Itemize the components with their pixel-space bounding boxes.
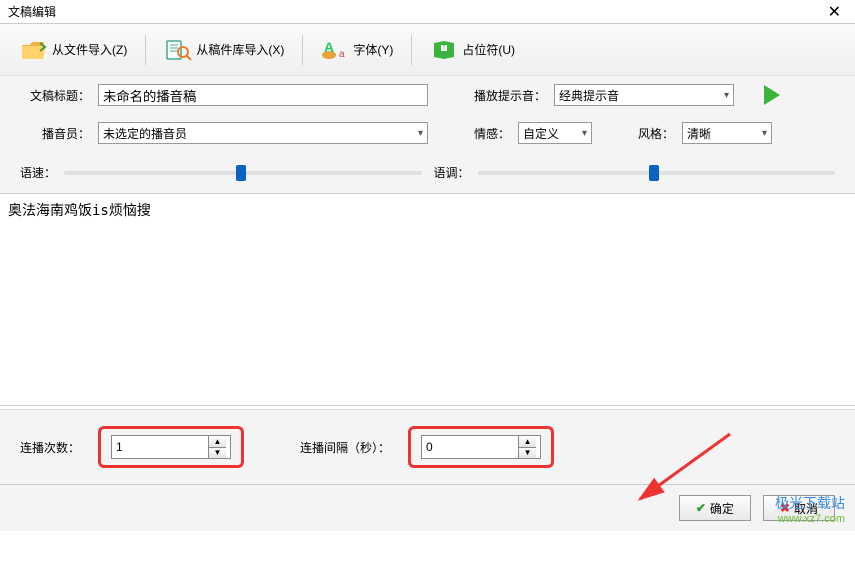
content-textarea[interactable] [0,194,855,406]
sliders-row: 语速： 语调： [0,152,855,194]
repeat-row: 连播次数： ▲ ▼ 连播间隔（秒）： ▲ ▼ [0,409,855,484]
window-title: 文稿编辑 [8,3,56,20]
slider-thumb[interactable] [649,165,659,181]
toolbar-label: 从稿件库导入(X) [196,41,284,58]
style-label: 风格： [638,125,674,142]
footer: ✔ 确定 ✖ 取消 极光下载站 www.xz7.com [0,484,855,531]
toolbar-label: 从文件导入(Z) [52,41,127,58]
announcer-select[interactable]: 未选定的播音员 ▾ [98,122,428,144]
sound-value: 经典提示音 [559,87,619,104]
tone-slider[interactable] [478,171,835,175]
count-label: 连播次数： [20,439,80,456]
spin-down-icon[interactable]: ▼ [209,448,226,459]
titlebar: 文稿编辑 ✕ [0,0,855,24]
sound-select[interactable]: 经典提示音 ▾ [554,84,734,106]
separator [411,35,412,65]
separator [145,35,146,65]
interval-highlight: ▲ ▼ [408,426,554,468]
count-input[interactable] [112,436,208,458]
speed-slider[interactable] [64,171,421,175]
spin-down-icon[interactable]: ▼ [519,448,536,459]
style-select[interactable]: 清晰 ▾ [682,122,772,144]
chevron-down-icon: ▾ [418,128,423,139]
x-icon: ✖ [780,501,790,515]
count-highlight: ▲ ▼ [98,426,244,468]
import-from-lib-button[interactable]: 从稿件库导入(X) [156,35,292,65]
separator [302,35,303,65]
style-value: 清晰 [687,125,711,142]
chevron-down-icon: ▾ [724,90,729,101]
toolbar: 从文件导入(Z) 从稿件库导入(X) Aa 字体(Y) T 占位符(U) [0,24,855,76]
announcer-value: 未选定的播音员 [103,125,187,142]
emotion-value: 自定义 [523,125,559,142]
font-icon: Aa [321,39,349,61]
placeholder-button[interactable]: T 占位符(U) [422,35,523,65]
tone-slider-group: 语调： [434,164,836,181]
svg-text:A: A [324,39,334,55]
announcer-row: 播音员： 未选定的播音员 ▾ 情感： 自定义 ▾ 风格： 清晰 ▾ [0,114,855,152]
slider-thumb[interactable] [236,165,246,181]
title-input[interactable] [98,84,428,106]
close-icon[interactable]: ✕ [822,2,847,22]
svg-text:T: T [442,46,446,52]
interval-spinner[interactable]: ▲ ▼ [421,435,541,459]
announcer-label: 播音员： [20,125,90,142]
play-button[interactable] [764,85,780,105]
cancel-button[interactable]: ✖ 取消 [763,495,835,521]
spin-up-icon[interactable]: ▲ [209,436,226,448]
interval-input[interactable] [422,436,518,458]
chevron-down-icon: ▾ [762,128,767,139]
toolbar-label: 占位符(U) [462,41,515,58]
button-label: 确定 [710,500,734,517]
sound-label: 播放提示音： [474,87,546,104]
speed-label: 语速： [20,164,56,181]
interval-label: 连播间隔（秒）： [300,439,390,456]
ok-button[interactable]: ✔ 确定 [679,495,751,521]
chevron-down-icon: ▾ [582,128,587,139]
count-spinner[interactable]: ▲ ▼ [111,435,231,459]
import-from-file-button[interactable]: 从文件导入(Z) [12,35,135,65]
speed-slider-group: 语速： [20,164,422,181]
tone-label: 语调： [434,164,470,181]
font-button[interactable]: Aa 字体(Y) [313,35,401,65]
book-icon: T [430,39,458,61]
check-icon: ✔ [696,501,706,515]
button-label: 取消 [794,500,818,517]
title-row: 文稿标题： 播放提示音： 经典提示音 ▾ [0,76,855,114]
document-search-icon [164,39,192,61]
emotion-select[interactable]: 自定义 ▾ [518,122,592,144]
toolbar-label: 字体(Y) [353,41,393,58]
svg-text:a: a [339,49,345,60]
folder-open-icon [20,39,48,61]
emotion-label: 情感： [474,125,510,142]
spin-up-icon[interactable]: ▲ [519,436,536,448]
title-label: 文稿标题： [20,87,90,104]
